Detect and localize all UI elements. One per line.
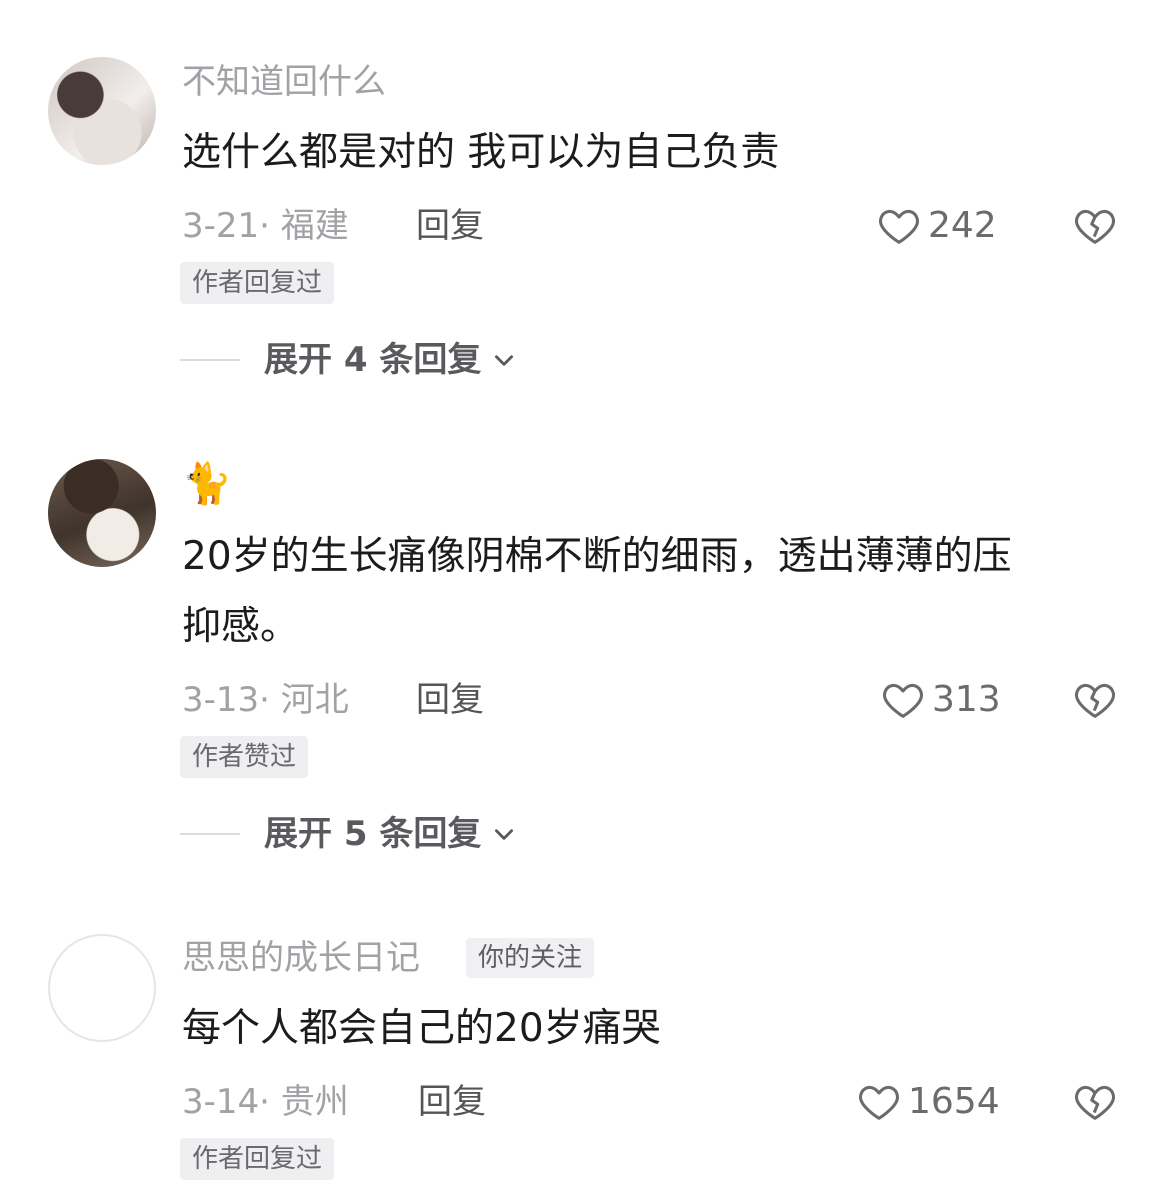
divider [180, 359, 240, 361]
author-badge: 作者赞过 [180, 736, 309, 778]
like-count: 313 [932, 679, 1001, 720]
avatar[interactable] [48, 934, 156, 1042]
broken-heart-icon[interactable] [1072, 203, 1118, 249]
comment-username[interactable]: 🐈 [182, 459, 232, 509]
following-tag: 你的关注 [466, 938, 595, 978]
heart-outline-icon [859, 1085, 899, 1120]
comment-meta: 3-21· 福建 [182, 206, 349, 246]
like-count: 1654 [908, 1081, 1000, 1122]
comment-meta: 3-13· 河北 [182, 680, 349, 720]
avatar[interactable] [48, 459, 156, 567]
comment-text-line-1: 20岁的生长痛像阴棉不断的细雨，透出薄薄的压 [182, 534, 1012, 579]
comment-text-line-2: 抑感。 [182, 604, 300, 649]
comment-text: 选什么都是对的 我可以为自己负责 [182, 130, 780, 175]
divider [180, 833, 240, 835]
comment-username[interactable]: 不知道回什么 [182, 60, 386, 104]
chevron-down-icon [495, 355, 514, 366]
reply-button[interactable]: 回复 [418, 1080, 486, 1124]
expand-replies-button[interactable]: 展开 4 条回复 [180, 338, 517, 382]
comment-username[interactable]: 思思的成长日记 [182, 936, 420, 980]
expand-replies-button[interactable]: 展开 5 条回复 [180, 812, 517, 856]
like-button[interactable]: 1654 [856, 1077, 1000, 1127]
expand-replies-label: 展开 5 条回复 [264, 814, 482, 854]
reply-button[interactable]: 回复 [416, 678, 484, 722]
broken-heart-icon[interactable] [1072, 1079, 1118, 1125]
chevron-down-icon [495, 829, 514, 840]
heart-outline-icon [879, 209, 919, 244]
heart-outline-icon [883, 683, 923, 718]
reply-button[interactable]: 回复 [416, 204, 484, 248]
broken-heart-icon[interactable] [1072, 677, 1118, 723]
avatar[interactable] [48, 57, 156, 165]
comment-text: 每个人都会自己的20岁痛哭 [182, 1006, 661, 1051]
like-button[interactable]: 313 [880, 675, 1001, 725]
comment-meta: 3-14· 贵州 [182, 1082, 349, 1122]
like-button[interactable]: 242 [876, 201, 997, 251]
author-badge: 作者回复过 [180, 1138, 335, 1180]
author-badge: 作者回复过 [180, 262, 335, 304]
expand-replies-label: 展开 4 条回复 [264, 340, 482, 380]
like-count: 242 [928, 205, 997, 246]
